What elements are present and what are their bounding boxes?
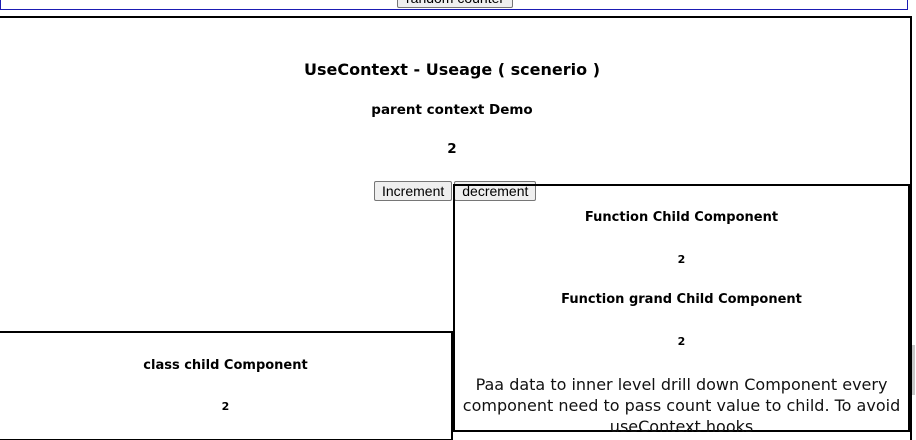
class-child-heading: class child Component bbox=[143, 358, 308, 373]
function-child-count: 2 bbox=[677, 253, 686, 266]
function-child-component: Function Child Component 2 Function gran… bbox=[453, 184, 910, 436]
parent-count: 2 bbox=[447, 141, 457, 157]
class-child-component: class child Component 2 bbox=[0, 331, 453, 440]
prop-drilling-note: Paa data to inner level drill down Compo… bbox=[462, 375, 901, 436]
function-grand-child-count: 2 bbox=[677, 335, 686, 348]
function-child-heading: Function Child Component bbox=[584, 210, 779, 225]
class-child-count: 2 bbox=[221, 400, 230, 413]
increment-button[interactable]: Increment bbox=[374, 181, 453, 201]
parent-subtitle: parent context Demo bbox=[371, 102, 533, 118]
scrollbar-thumb[interactable] bbox=[912, 345, 915, 395]
page-title: UseContext - Useage ( scenerio ) bbox=[303, 60, 600, 79]
random-counter-button[interactable]: random counter bbox=[397, 0, 514, 8]
page: random counter UseContext - Useage ( sce… bbox=[0, 0, 916, 440]
function-grand-child-heading: Function grand Child Component bbox=[561, 292, 802, 307]
